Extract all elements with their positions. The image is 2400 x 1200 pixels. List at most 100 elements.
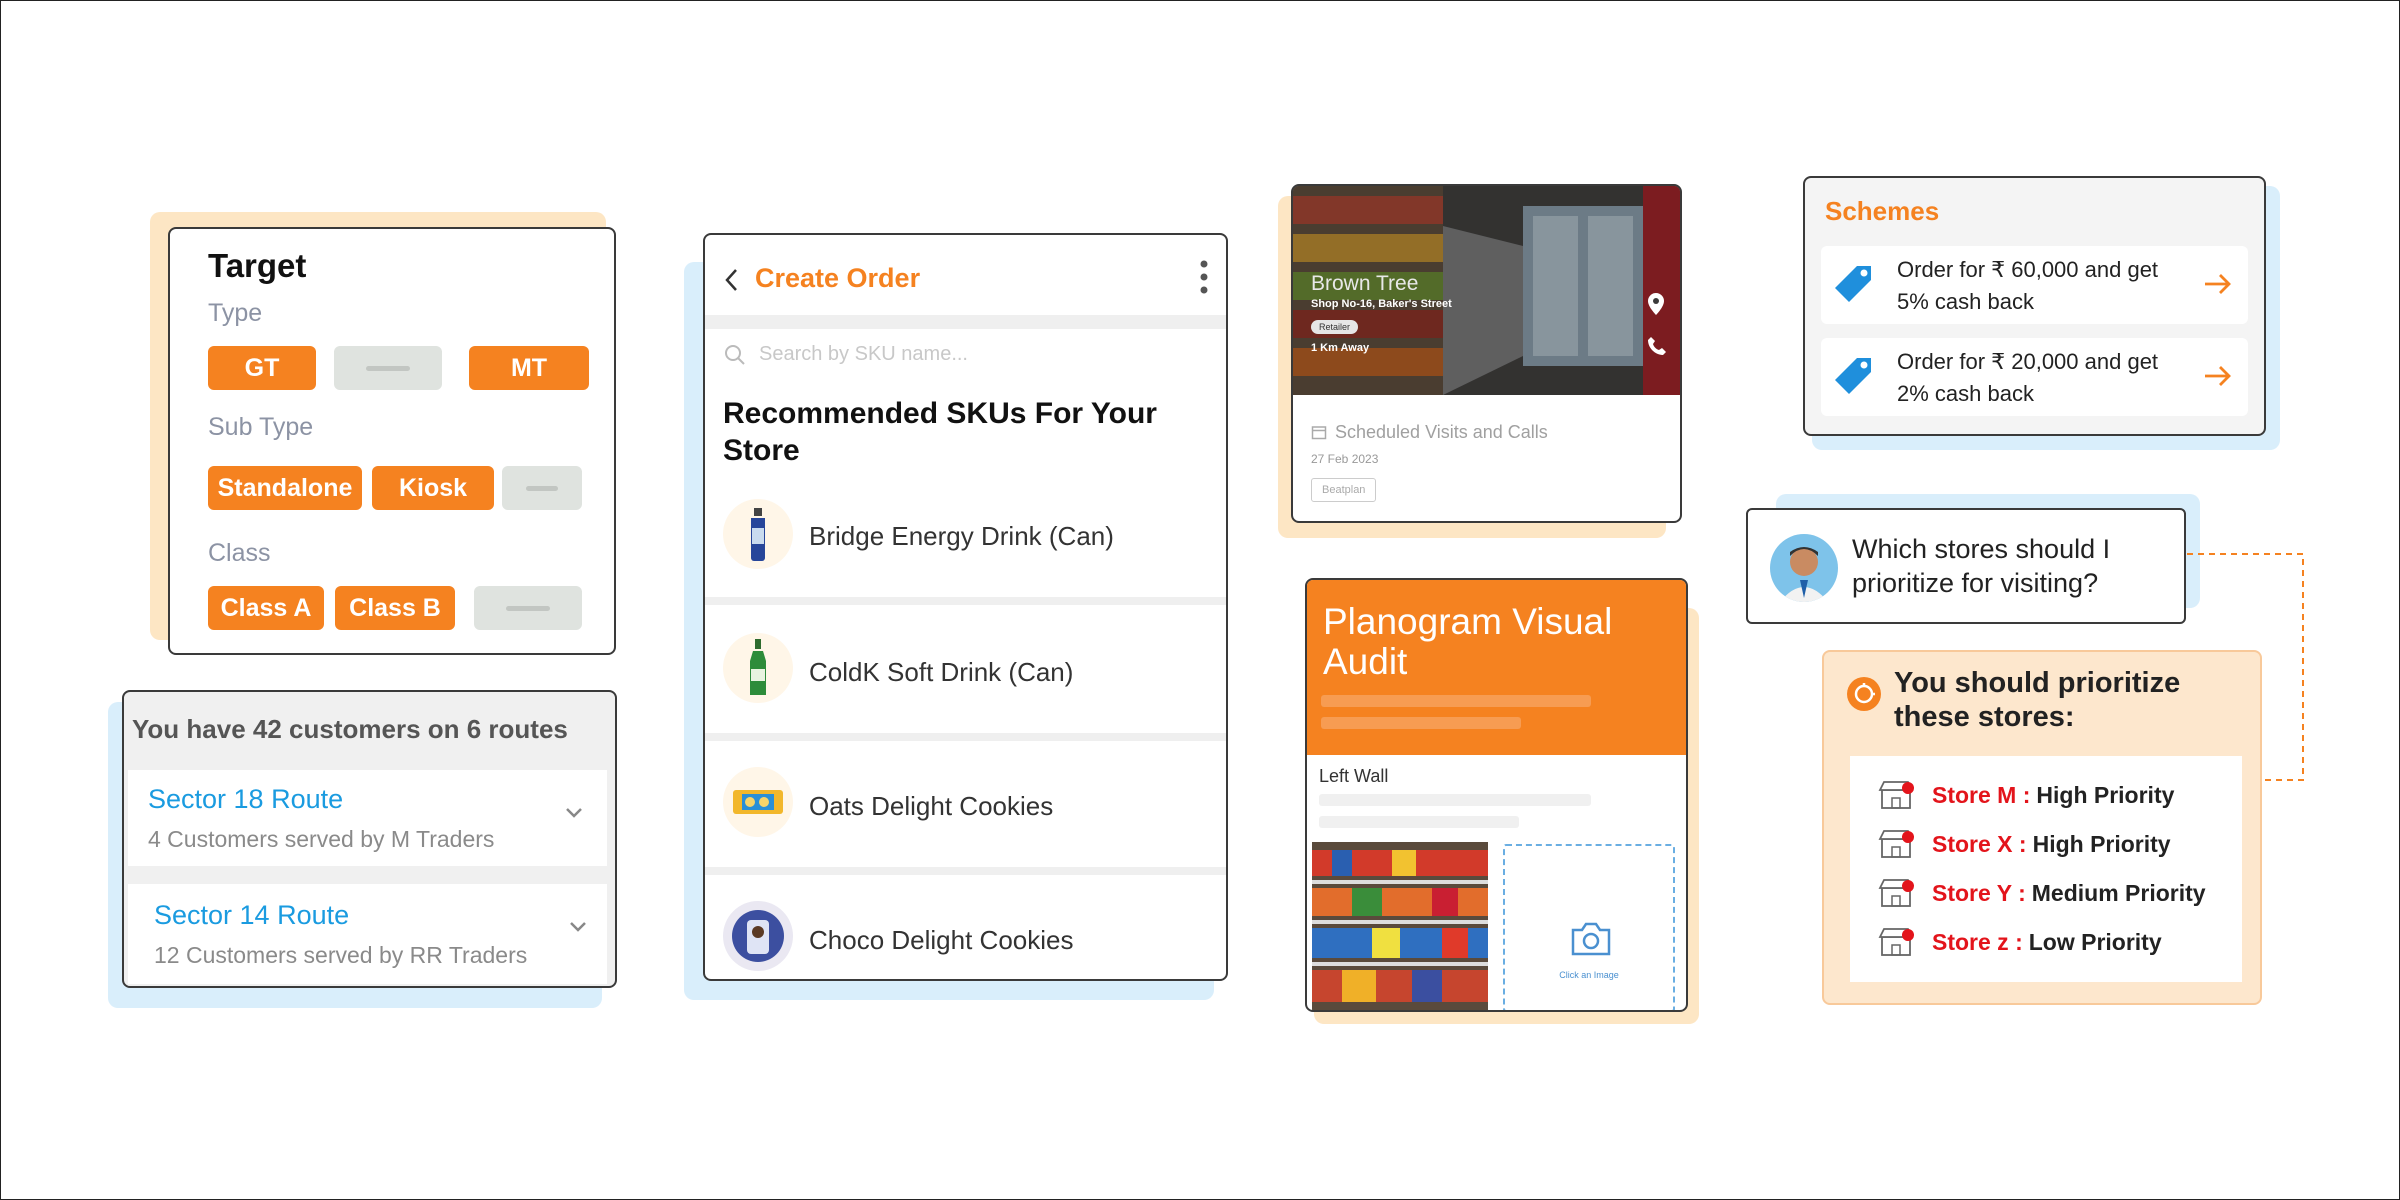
store-photo: Brown Tree Shop No-16, Baker's Street Re… (1293, 186, 1680, 395)
sku-list-item[interactable]: Oats Delight Cookies (705, 741, 1226, 875)
price-tag-icon (1835, 358, 1871, 394)
header-skeleton-line (1321, 717, 1521, 729)
priority-item[interactable]: Store M : High Priority (1878, 778, 2174, 812)
sku-search-input[interactable]: Search by SKU name... (759, 343, 968, 366)
store-name: Store z : (1932, 928, 2023, 955)
sku-list-item[interactable]: ColdK Soft Drink (Can) (705, 605, 1226, 741)
target-title: Target (208, 247, 307, 284)
sku-list-item[interactable]: Bridge Energy Drink (Can) (705, 477, 1226, 605)
sku-name: ColdK Soft Drink (Can) (809, 657, 1074, 687)
beatplan-button[interactable]: Beatplan (1311, 478, 1377, 502)
store-tag: Retailer (1311, 320, 1359, 334)
schemes-card: Schemes Order for ₹ 60,000 and get 5% ca… (1803, 176, 2266, 436)
routes-card: You have 42 customers on 6 routes Sector… (122, 690, 617, 988)
route-item[interactable]: Sector 14 Route 12 Customers served by R… (128, 884, 607, 984)
order-title: Create Order (755, 263, 921, 293)
class-pill-a[interactable]: Class A (208, 586, 324, 630)
question-text: Which stores should I prioritize for vis… (1852, 534, 2111, 598)
upload-label: Click an Image (1559, 970, 1619, 980)
answer-title: You should prioritize these stores: (1894, 667, 2181, 733)
scheme-text: Order for ₹ 60,000 and get 5% cash back (1897, 257, 2159, 314)
priority-item[interactable]: Store z : Low Priority (1878, 925, 2162, 959)
sku-name: Choco Delight Cookies (809, 925, 1074, 955)
header-skeleton-line (1321, 695, 1591, 707)
location-pin-icon[interactable] (1647, 292, 1665, 316)
scheme-text: Order for ₹ 20,000 and get 2% cash back (1897, 349, 2159, 406)
type-label: Type (208, 299, 263, 327)
route-detail: 4 Customers served by M Traders (148, 826, 495, 852)
sku-name: Bridge Energy Drink (Can) (809, 521, 1114, 551)
shelf-image (1312, 842, 1488, 1010)
ai-assistant-icon (1847, 677, 1881, 711)
store-name: Store X : (1932, 830, 2027, 857)
store-priority: Low Priority (2028, 928, 2162, 955)
calendar-icon (1311, 426, 1327, 440)
planogram-card: Planogram Visual Audit Left Wall Click a… (1305, 578, 1688, 1012)
chat-question-bubble: Which stores should I prioritize for vis… (1746, 508, 2186, 624)
visits-section-title: Scheduled Visits and Calls (1335, 422, 1548, 442)
store-icon (1878, 879, 1914, 907)
phone-icon[interactable] (1647, 336, 1667, 356)
planogram-title: Planogram Visual Audit (1323, 601, 1613, 682)
type-pill-gt[interactable]: GT (208, 346, 316, 390)
sku-list-item[interactable]: Choco Delight Cookies (705, 875, 1226, 979)
recommended-title: Recommended SKUs For Your Store (723, 397, 1157, 467)
order-divider (705, 315, 1226, 329)
shelf-photo[interactable] (1312, 842, 1488, 1010)
chevron-down-icon[interactable] (564, 806, 584, 820)
store-priority: High Priority (2036, 781, 2175, 808)
store-priority: High Priority (2032, 830, 2171, 857)
sku-name: Oats Delight Cookies (809, 791, 1054, 821)
class-pill-b[interactable]: Class B (335, 586, 455, 630)
route-detail: 12 Customers served by RR Traders (154, 942, 528, 968)
skeleton-line (1319, 794, 1591, 806)
priority-list: Store M : High Priority Store X : High P… (1850, 756, 2242, 982)
chat-answer-card: You should prioritize these stores: Stor… (1822, 650, 2262, 1005)
energy-drink-bottle-icon (723, 499, 793, 569)
create-order-card: Create Order Search by SKU name... Recom… (703, 233, 1228, 981)
store-distance: 1 Km Away (1311, 342, 1370, 354)
routes-header: You have 42 customers on 6 routes (132, 714, 568, 744)
visit-date: 27 Feb 2023 (1311, 452, 1379, 466)
target-card: Target Type GT MT Sub Type Standalone Ki… (168, 227, 616, 655)
store-card[interactable]: Brown Tree Shop No-16, Baker's Street Re… (1291, 184, 1682, 523)
user-avatar (1770, 534, 1838, 602)
arrow-right-icon[interactable] (2203, 364, 2233, 388)
chevron-down-icon[interactable] (568, 920, 588, 934)
route-item[interactable]: Sector 18 Route 4 Customers served by M … (128, 770, 607, 866)
back-arrow-icon[interactable] (723, 267, 741, 293)
type-pill-mt[interactable]: MT (469, 346, 589, 390)
more-vertical-icon[interactable] (1199, 257, 1209, 297)
choco-pack-icon (723, 901, 793, 971)
priority-item[interactable]: Store X : High Priority (1878, 827, 2171, 861)
search-icon (725, 345, 745, 365)
class-pill-placeholder[interactable] (474, 586, 582, 630)
store-priority: Medium Priority (2031, 879, 2206, 906)
priority-item[interactable]: Store Y : Medium Priority (1878, 876, 2206, 910)
subtype-pill-kiosk[interactable]: Kiosk (372, 466, 494, 510)
route-name: Sector 14 Route (154, 900, 350, 930)
camera-icon (1571, 922, 1611, 956)
type-pill-placeholder[interactable] (334, 346, 442, 390)
store-name: Brown Tree (1311, 272, 1419, 295)
scheme-item[interactable]: Order for ₹ 20,000 and get 2% cash back (1821, 338, 2248, 416)
class-label: Class (208, 539, 271, 567)
scheme-item[interactable]: Order for ₹ 60,000 and get 5% cash back (1821, 246, 2248, 324)
cookie-pack-icon (723, 767, 793, 837)
store-name: Store M : (1932, 781, 2031, 808)
planogram-header: Planogram Visual Audit (1307, 580, 1686, 755)
store-address: Shop No-16, Baker's Street (1311, 298, 1452, 310)
image-upload-area[interactable]: Click an Image (1503, 844, 1675, 1010)
subtype-pill-placeholder[interactable] (502, 466, 582, 510)
person-avatar-icon (1780, 547, 1828, 602)
store-icon (1878, 781, 1914, 809)
subtype-label: Sub Type (208, 413, 314, 441)
arrow-right-icon[interactable] (2203, 272, 2233, 296)
schemes-title: Schemes (1825, 196, 1940, 226)
store-icon (1878, 928, 1914, 956)
wall-label: Left Wall (1319, 766, 1389, 786)
subtype-pill-standalone[interactable]: Standalone (208, 466, 362, 510)
soft-drink-bottle-icon (723, 633, 793, 703)
store-name: Store Y : (1932, 879, 2026, 906)
skeleton-line (1319, 816, 1519, 828)
